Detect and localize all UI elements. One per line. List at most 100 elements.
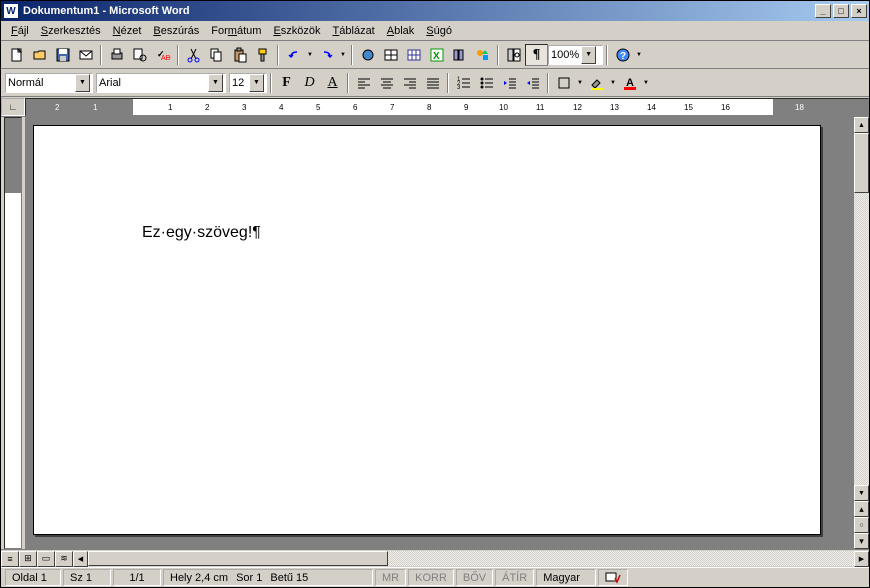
new-button[interactable]	[5, 44, 28, 66]
menu-edit[interactable]: Szerkesztés	[35, 23, 107, 39]
menu-insert[interactable]: Beszúrás	[147, 23, 205, 39]
status-ext[interactable]: BŐV	[456, 569, 493, 586]
toolbar-options[interactable]: ▼	[634, 44, 644, 66]
numbering-button[interactable]: 123	[452, 72, 475, 94]
scroll-down-button[interactable]: ▼	[854, 485, 869, 501]
web-view-button[interactable]: ⊞	[19, 551, 37, 567]
save-button[interactable]	[51, 44, 74, 66]
application-window: W Dokumentum1 - Microsoft Word _ □ × Fáj…	[0, 0, 870, 588]
spelling-button[interactable]: ✓ABC	[151, 44, 174, 66]
page[interactable]: Ez·egy·szöveg!¶	[33, 125, 821, 535]
highlight-dropdown[interactable]: ▼	[608, 72, 618, 94]
scroll-left-button[interactable]: ◀	[73, 551, 88, 567]
outline-view-button[interactable]: ≋	[55, 551, 73, 567]
help-button[interactable]: ?	[611, 44, 634, 66]
bullets-button[interactable]	[475, 72, 498, 94]
menu-table[interactable]: Táblázat	[327, 23, 381, 39]
undo-dropdown[interactable]: ▼	[305, 44, 315, 66]
fontsize-value: 12	[232, 77, 244, 89]
redo-button[interactable]	[315, 44, 338, 66]
undo-button[interactable]	[282, 44, 305, 66]
font-value: Arial	[99, 77, 121, 89]
browse-object-button[interactable]: ○	[854, 517, 869, 533]
scroll-track-h[interactable]	[88, 551, 854, 566]
document-text[interactable]: Ez·egy·szöveg!¶	[142, 224, 261, 241]
hyperlink-button[interactable]	[356, 44, 379, 66]
status-trk[interactable]: KORR	[408, 569, 454, 586]
menu-window[interactable]: Ablak	[381, 23, 421, 39]
align-center-button[interactable]	[375, 72, 398, 94]
svg-text:✓: ✓	[157, 49, 165, 59]
bottom-bar: ≡ ⊞ ▭ ≋ ◀ ▶	[1, 549, 869, 567]
vertical-ruler[interactable]	[4, 117, 22, 549]
status-ovr[interactable]: ÁTÍR	[495, 569, 534, 586]
minimize-button[interactable]: _	[815, 4, 831, 18]
cut-button[interactable]	[182, 44, 205, 66]
format-painter-button[interactable]	[251, 44, 274, 66]
tab-selector[interactable]: ∟	[1, 98, 25, 116]
redo-dropdown[interactable]: ▼	[338, 44, 348, 66]
menu-file[interactable]: Fájl	[5, 23, 35, 39]
horizontal-ruler[interactable]: 2 1 1 2 3 4 5 6 7 8 9 10 11 12 13 14 15 …	[25, 98, 869, 116]
window-title: Dokumentum1 - Microsoft Word	[23, 5, 190, 17]
font-color-dropdown[interactable]: ▼	[641, 72, 651, 94]
maximize-button[interactable]: □	[833, 4, 849, 18]
scroll-thumb-h[interactable]	[88, 551, 388, 566]
fontsize-dropdown[interactable]: 12▼	[229, 73, 267, 93]
borders-dropdown[interactable]: ▼	[575, 72, 585, 94]
document-area[interactable]: Ez·egy·szöveg!¶	[25, 117, 853, 549]
scroll-thumb-v[interactable]	[854, 133, 869, 193]
font-dropdown[interactable]: Arial▼	[96, 73, 226, 93]
formatting-toolbar: Normál▼ Arial▼ 12▼ F D A 123 ▼ ▼ A ▼	[1, 69, 869, 97]
normal-view-button[interactable]: ≡	[1, 551, 19, 567]
status-language[interactable]: Magyar	[536, 569, 596, 586]
status-spellcheck-icon[interactable]	[598, 569, 628, 586]
status-rec[interactable]: MR	[375, 569, 406, 586]
scroll-right-button[interactable]: ▶	[854, 551, 869, 567]
style-dropdown[interactable]: Normál▼	[5, 73, 93, 93]
close-button[interactable]: ×	[851, 4, 867, 18]
decrease-indent-button[interactable]	[498, 72, 521, 94]
italic-button[interactable]: D	[298, 72, 321, 94]
document-map-button[interactable]	[502, 44, 525, 66]
pilcrow-mark: ¶	[252, 224, 261, 241]
menu-help[interactable]: Súgó	[420, 23, 458, 39]
menu-format[interactable]: Formátum	[205, 23, 267, 39]
mail-button[interactable]	[74, 44, 97, 66]
prev-page-button[interactable]: ▴	[854, 501, 869, 517]
columns-button[interactable]	[448, 44, 471, 66]
menu-view[interactable]: Nézet	[107, 23, 148, 39]
paste-button[interactable]	[228, 44, 251, 66]
font-color-button[interactable]: A	[618, 72, 641, 94]
svg-text:X: X	[433, 51, 440, 62]
insert-table-button[interactable]	[402, 44, 425, 66]
svg-text:?: ?	[620, 51, 626, 62]
align-left-button[interactable]	[352, 72, 375, 94]
print-view-button[interactable]: ▭	[37, 551, 55, 567]
scroll-track-v[interactable]	[854, 133, 869, 485]
underline-button[interactable]: A	[321, 72, 344, 94]
increase-indent-button[interactable]	[521, 72, 544, 94]
justify-button[interactable]	[421, 72, 444, 94]
scroll-up-button[interactable]: ▲	[854, 117, 869, 133]
open-button[interactable]	[28, 44, 51, 66]
zoom-dropdown[interactable]: 100%▼	[548, 45, 603, 65]
horizontal-scrollbar[interactable]: ◀ ▶	[73, 551, 869, 567]
excel-button[interactable]: X	[425, 44, 448, 66]
align-right-button[interactable]	[398, 72, 421, 94]
borders-button[interactable]	[552, 72, 575, 94]
vertical-scrollbar[interactable]: ▲ ▼ ▴ ○ ▾	[853, 117, 869, 549]
svg-text:2: 2	[457, 81, 461, 87]
highlight-button[interactable]	[585, 72, 608, 94]
next-page-button[interactable]: ▾	[854, 533, 869, 549]
drawing-button[interactable]	[471, 44, 494, 66]
tables-borders-button[interactable]	[379, 44, 402, 66]
bold-button[interactable]: F	[275, 72, 298, 94]
status-position: Hely 2,4 cm Sor 1 Betű 15	[163, 569, 373, 586]
menu-tools[interactable]: Eszközök	[267, 23, 326, 39]
print-button[interactable]	[105, 44, 128, 66]
print-preview-button[interactable]	[128, 44, 151, 66]
show-hide-button[interactable]: ¶	[525, 44, 548, 66]
vertical-ruler-area	[1, 117, 25, 549]
copy-button[interactable]	[205, 44, 228, 66]
